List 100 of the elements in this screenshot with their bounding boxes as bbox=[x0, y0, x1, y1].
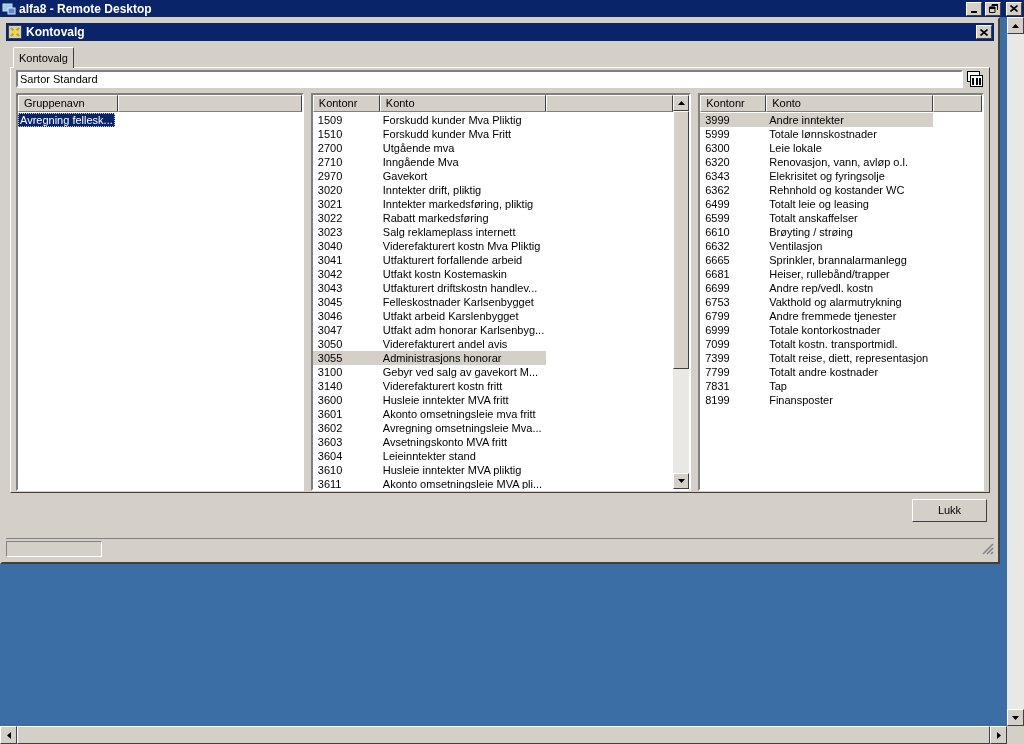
table-cell-text: Totalt leie og leasing bbox=[768, 197, 870, 211]
list-row[interactable]: 3604 Leieinntekter stand bbox=[312, 449, 674, 463]
list-row[interactable]: 2710 Inngående Mva bbox=[312, 155, 674, 169]
header-filler bbox=[933, 95, 982, 112]
list-row[interactable]: 3601 Akonto omsetningsleie mva fritt bbox=[312, 407, 674, 421]
list-row[interactable]: 6799 Andre fremmede tjenester bbox=[700, 309, 982, 323]
list-row[interactable]: 3610 Husleie inntekter MVA pliktig bbox=[312, 463, 674, 477]
list-row[interactable]: 7399 Totalt reise, diett, representasjon bbox=[700, 351, 982, 365]
table-cell-text: Utfakt adm honorar Karlsenbyg... bbox=[381, 323, 546, 337]
list-row[interactable]: 1509 Forskudd kunder Mva Pliktig bbox=[312, 113, 674, 127]
tab[interactable]: Kontovalg bbox=[13, 47, 74, 68]
column-header[interactable]: Konto bbox=[766, 95, 934, 112]
list-row[interactable]: 3045 Felleskostnader Karlsenbygget bbox=[312, 295, 674, 309]
list-view[interactable]: Gruppenavn Avregning fellesk... bbox=[16, 93, 304, 491]
list-view[interactable] bbox=[698, 93, 984, 491]
list-row[interactable]: 6499 Totalt leie og leasing bbox=[700, 197, 982, 211]
list-row[interactable]: 3100 Gebyr ved salg av gavekort M... bbox=[312, 365, 674, 379]
list-row[interactable]: 3047 Utfakt adm honorar Karlsenbyg... bbox=[312, 323, 674, 337]
table-cell-text: 3021 bbox=[316, 197, 344, 211]
list-view[interactable] bbox=[310, 93, 692, 491]
list-row[interactable]: 3046 Utfakt arbeid Karslenbygget bbox=[312, 309, 674, 323]
scroll-thumb[interactable] bbox=[673, 111, 690, 369]
list-row[interactable]: 6599 Totalt anskaffelser bbox=[700, 211, 982, 225]
table-cell-text: Viderefakturert kostn fritt bbox=[381, 379, 504, 393]
column-header[interactable]: Kontonr bbox=[700, 95, 767, 112]
scroll-down-button[interactable] bbox=[1007, 709, 1024, 726]
close-button[interactable] bbox=[976, 25, 992, 39]
scroll-down-button[interactable] bbox=[673, 473, 690, 489]
table-cell-text: 6300 bbox=[704, 141, 731, 155]
list-row[interactable]: 6320 Renovasjon, vann, avløp o.l. bbox=[700, 155, 982, 169]
table-cell-text: 8199 bbox=[704, 393, 731, 407]
table-cell-text: 6343 bbox=[704, 169, 731, 183]
table-cell-text: 3600 bbox=[316, 393, 344, 407]
table-cell-text: Finansposter bbox=[768, 393, 834, 407]
list-row[interactable]: 3602 Avregning omsetningsleie Mva... bbox=[312, 421, 674, 435]
minimize-button[interactable] bbox=[966, 1, 982, 16]
up-arrow-icon bbox=[1012, 23, 1019, 28]
vertical-scrollbar[interactable] bbox=[1007, 17, 1024, 726]
list-row[interactable]: 3041 Utfakturert forfallende arbeid bbox=[312, 253, 674, 267]
list-row[interactable]: 2970 Gavekort bbox=[312, 169, 674, 183]
list-row[interactable]: 6362 Rehnhold og kostander WC bbox=[700, 183, 982, 197]
list-row[interactable]: 6632 Ventilasjon bbox=[700, 239, 982, 253]
table-cell-text: 3022 bbox=[316, 211, 344, 225]
list-row[interactable]: 3021 Inntekter markedsføring, pliktig bbox=[312, 197, 674, 211]
close-dialog-button[interactable]: Lukk bbox=[912, 499, 987, 523]
scroll-left-button[interactable] bbox=[0, 726, 17, 744]
list-row[interactable]: 6343 Elekrisitet og fyringsolje bbox=[700, 169, 982, 183]
table-cell-text: 5999 bbox=[704, 127, 731, 141]
list-row[interactable]: 3603 Avsetningskonto MVA fritt bbox=[312, 435, 674, 449]
list-row[interactable]: 2700 Utgående mva bbox=[312, 141, 674, 155]
list-row[interactable]: 3042 Utfakt kostn Kostemaskin bbox=[312, 267, 674, 281]
list-row[interactable]: 3140 Viderefakturert kostn fritt bbox=[312, 379, 674, 393]
list-row[interactable]: 1510 Forskudd kunder Mva Fritt bbox=[312, 127, 674, 141]
list-row[interactable]: 3600 Husleie inntekter MVA fritt bbox=[312, 393, 674, 407]
list-row[interactable]: 3020 Inntekter drift, pliktig bbox=[312, 183, 674, 197]
list-row[interactable]: 3023 Salg reklameplass internett bbox=[312, 225, 674, 239]
list-row[interactable]: 3022 Rabatt markedsføring bbox=[312, 211, 674, 225]
list-row[interactable]: 7799 Totalt andre kostnader bbox=[700, 365, 982, 379]
list-row[interactable]: 6699 Andre rep/vedl. kostn bbox=[700, 281, 982, 295]
minimize-icon bbox=[971, 10, 977, 13]
list-row[interactable]: 7831 Tap bbox=[700, 379, 982, 393]
calculator-icon[interactable] bbox=[966, 70, 984, 88]
up-arrow-icon bbox=[677, 101, 685, 105]
list-row[interactable]: 6665 Sprinkler, brannalarmanlegg bbox=[700, 253, 982, 267]
table-cell-text: Inntekter markedsføring, pliktig bbox=[381, 197, 535, 211]
list-row[interactable]: 3999 Andre inntekter bbox=[700, 113, 934, 127]
restore-button[interactable] bbox=[985, 1, 1001, 16]
column-header[interactable]: Gruppenavn bbox=[18, 95, 118, 112]
down-arrow-icon bbox=[677, 479, 685, 483]
list-row[interactable]: Avregning fellesk... bbox=[18, 113, 115, 127]
resize-grip-icon[interactable] bbox=[982, 542, 994, 555]
list-row[interactable]: 6610 Brøyting / strøing bbox=[700, 225, 982, 239]
table-cell-text: 6632 bbox=[704, 239, 731, 253]
list-row[interactable]: 3040 Viderefakturert kostn Mva Pliktig bbox=[312, 239, 674, 253]
chart-field[interactable]: Sartor Standard bbox=[16, 70, 963, 88]
scroll-up-button[interactable] bbox=[1007, 17, 1024, 34]
list-row[interactable]: 8199 Finansposter bbox=[700, 393, 982, 407]
scroll-right-button[interactable] bbox=[990, 726, 1007, 744]
list-row[interactable]: 6681 Heiser, rullebånd/trapper bbox=[700, 267, 982, 281]
list-row[interactable]: 7099 Totalt kostn. transportmidl. bbox=[700, 337, 982, 351]
list-row[interactable]: 5999 Totale lønnskostnader bbox=[700, 127, 982, 141]
list-row[interactable]: 3055 Administrasjons honorar bbox=[312, 351, 546, 365]
list-row[interactable]: 6999 Totale kontorkostnader bbox=[700, 323, 982, 337]
close-button[interactable] bbox=[1006, 1, 1022, 16]
table-cell-text: Andre fremmede tjenester bbox=[768, 309, 898, 323]
scroll-up-button[interactable] bbox=[673, 95, 690, 111]
list-scrollbar[interactable] bbox=[673, 95, 690, 489]
table-cell-text: 3043 bbox=[316, 281, 344, 295]
computer-icon bbox=[2, 1, 16, 16]
restore-icon bbox=[988, 4, 998, 13]
list-row[interactable]: 6300 Leie lokale bbox=[700, 141, 982, 155]
list-row[interactable]: 3043 Utfakturert driftskostn handlev... bbox=[312, 281, 674, 295]
column-header[interactable]: Kontonr bbox=[312, 95, 380, 112]
table-cell-text: 1509 bbox=[316, 113, 344, 127]
right-arrow-icon bbox=[996, 731, 1001, 739]
list-row[interactable]: 3050 Viderefakturert andel avis bbox=[312, 337, 674, 351]
list-row[interactable]: 6753 Vakthold og alarmutrykning bbox=[700, 295, 982, 309]
table-cell-text: Viderefakturert kostn Mva Pliktig bbox=[381, 239, 542, 253]
column-header[interactable]: Konto bbox=[379, 95, 546, 112]
table-cell-text: Totalt kostn. transportmidl. bbox=[768, 337, 899, 351]
